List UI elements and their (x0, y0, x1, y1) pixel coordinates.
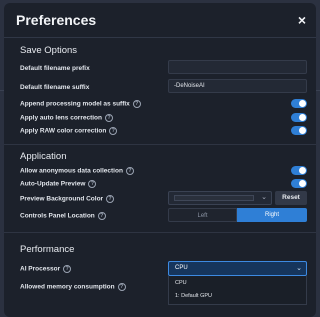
section-divider (4, 232, 316, 233)
append-model-text: Append processing model as suffix (20, 100, 130, 108)
color-swatch (174, 195, 254, 201)
help-circle-icon[interactable]: ? (106, 195, 115, 203)
panel-location-label: Controls Panel Location? (20, 212, 106, 220)
auto-update-label: Auto-Update Preview? (20, 180, 97, 188)
panel-location-right[interactable]: Right (237, 208, 307, 222)
append-model-toggle[interactable] (291, 99, 307, 108)
help-circle-icon[interactable]: ? (125, 167, 134, 175)
auto-lens-label: Apply auto lens correction? (20, 114, 113, 122)
filename-suffix-label: Default filename suffix (20, 84, 90, 91)
filename-prefix-input[interactable] (168, 60, 307, 74)
reset-button[interactable]: Reset (275, 191, 307, 205)
dropdown-option-gpu[interactable]: 1: Default GPU (175, 293, 212, 299)
raw-color-text: Apply RAW color correction (20, 127, 107, 135)
memory-label: Allowed memory consumption? (20, 283, 126, 291)
help-circle-icon[interactable]: ? (109, 127, 118, 135)
filename-prefix-label: Default filename prefix (20, 65, 90, 72)
panel-location-text: Controls Panel Location (20, 212, 95, 220)
ai-processor-select[interactable]: CPU ⌄ (168, 261, 307, 276)
auto-update-toggle[interactable] (291, 179, 307, 188)
chevron-down-icon[interactable]: ⌄ (261, 193, 267, 201)
anon-data-text: Allow anonymous data collection (20, 167, 123, 175)
auto-update-text: Auto-Update Preview (20, 180, 86, 188)
filename-suffix-input[interactable]: -DeNoiseAI (168, 79, 307, 93)
panel-location-left[interactable]: Left (168, 208, 237, 222)
section-divider (4, 144, 316, 145)
bg-color-select[interactable]: ⌄ (168, 191, 272, 205)
append-model-label: Append processing model as suffix? (20, 100, 141, 108)
ai-processor-dropdown: CPU 1: Default GPU (168, 276, 307, 305)
bg-color-text: Preview Background Color (20, 195, 104, 203)
close-icon[interactable]: × (298, 12, 306, 28)
ai-processor-value: CPU (175, 265, 188, 271)
help-circle-icon[interactable]: ? (117, 283, 126, 291)
dialog-title-bar: Preferences × (4, 3, 316, 38)
ai-processor-label: AI Processor? (20, 265, 72, 273)
ai-processor-text: AI Processor (20, 265, 61, 273)
bg-color-label: Preview Background Color? (20, 195, 115, 203)
section-title-performance: Performance (20, 244, 75, 255)
help-circle-icon[interactable]: ? (63, 265, 72, 273)
memory-text: Allowed memory consumption (20, 283, 115, 291)
help-circle-icon[interactable]: ? (132, 100, 141, 108)
chevron-down-icon[interactable]: ⌄ (296, 262, 302, 275)
anon-data-label: Allow anonymous data collection? (20, 167, 134, 175)
auto-lens-text: Apply auto lens correction (20, 114, 102, 122)
section-title-application: Application (20, 151, 67, 162)
help-circle-icon[interactable]: ? (105, 114, 113, 122)
help-circle-icon[interactable]: ? (97, 212, 106, 220)
preferences-dialog: Preferences × Save Options Default filen… (4, 3, 316, 317)
help-circle-icon[interactable]: ? (88, 180, 97, 188)
dropdown-option-cpu[interactable]: CPU (175, 280, 187, 286)
auto-lens-toggle[interactable] (291, 113, 307, 122)
raw-color-toggle[interactable] (291, 126, 307, 135)
raw-color-label: Apply RAW color correction? (20, 127, 118, 135)
anon-data-toggle[interactable] (291, 166, 307, 175)
section-title-save-options: Save Options (20, 45, 78, 56)
dialog-title: Preferences (16, 12, 97, 28)
